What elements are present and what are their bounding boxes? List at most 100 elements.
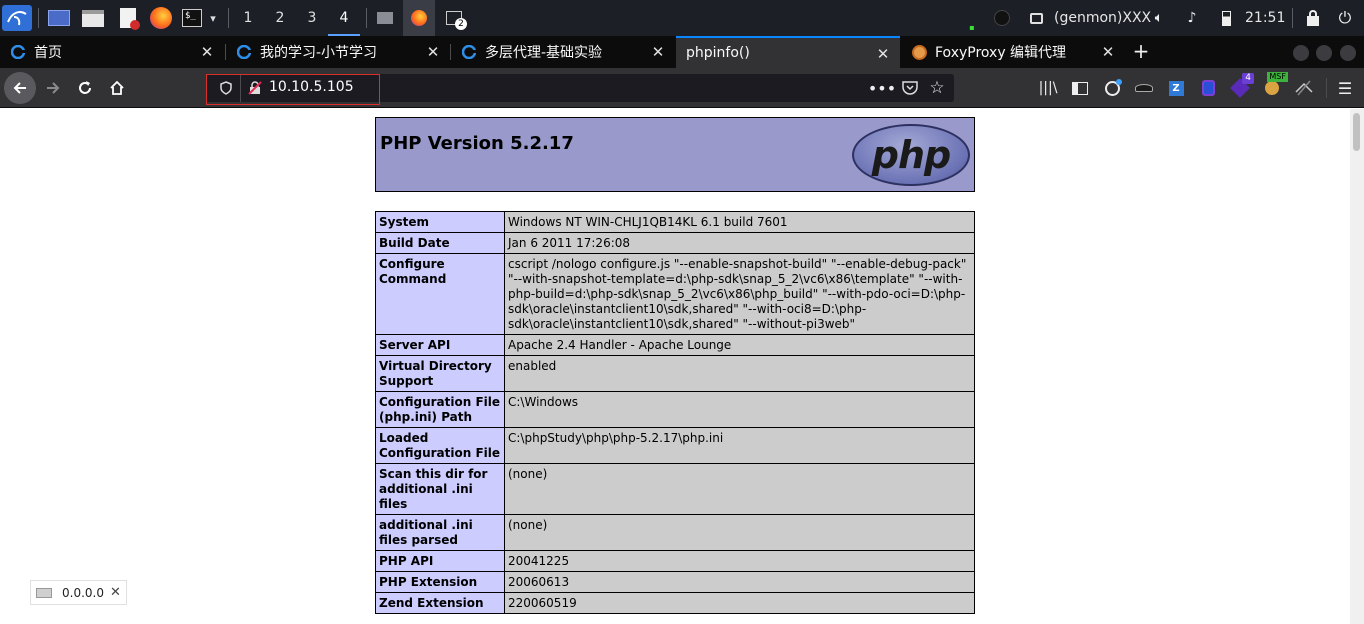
row-label: Configure Command xyxy=(375,253,505,335)
table-row: Loaded Configuration File C:\phpStudy\php… xyxy=(375,427,975,464)
file-manager-icon[interactable] xyxy=(80,5,106,31)
wappalyzer-extension-icon[interactable]: 4 xyxy=(1230,73,1254,98)
genmon-label[interactable]: (genmon)XXX xyxy=(1054,0,1151,36)
table-row: Scan this dir for additional .ini files(… xyxy=(375,463,975,515)
hackbar-extension-icon[interactable] xyxy=(1198,78,1218,98)
reload-button[interactable] xyxy=(69,72,101,104)
edu-icon xyxy=(461,44,477,60)
close-icon[interactable]: ✕ xyxy=(424,43,442,61)
tab-home[interactable]: 首页 ✕ xyxy=(0,36,224,68)
clock[interactable]: 21:51 xyxy=(1245,0,1285,36)
window-icon[interactable] xyxy=(374,5,396,31)
sidebar-icon[interactable] xyxy=(1070,78,1090,98)
zotero-extension-icon[interactable]: Z xyxy=(1166,78,1186,98)
pocket-icon[interactable] xyxy=(901,79,919,97)
page-scrollbar[interactable] xyxy=(1350,109,1364,624)
scrollbar-thumb[interactable] xyxy=(1353,113,1360,151)
row-label: Configuration File (php.ini) Path xyxy=(375,391,505,428)
table-row: Build Date Jan 6 2011 17:26:08 xyxy=(375,232,975,254)
row-value: 20060613 xyxy=(504,571,975,593)
minimize-button[interactable] xyxy=(1293,45,1309,61)
close-window-button[interactable] xyxy=(1340,45,1356,61)
tab-title: phpinfo() xyxy=(686,45,750,61)
row-label: Loaded Configuration File xyxy=(375,427,505,464)
navigation-bar: 10.10.5.105 ••• ☆ |||\ Z 4 MSF ☰ xyxy=(0,68,1364,108)
hamburger-menu-icon[interactable]: ☰ xyxy=(1335,78,1355,98)
library-icon[interactable]: |||\ xyxy=(1038,78,1058,98)
msf-badge: MSF xyxy=(1267,72,1288,82)
volume-icon[interactable]: 🔈︎ xyxy=(1150,5,1168,31)
workspace-4[interactable]: 4 xyxy=(328,0,360,36)
mask-icon[interactable] xyxy=(992,5,1012,31)
show-desktop-icon[interactable] xyxy=(47,5,71,31)
workspace-1[interactable]: 1 xyxy=(232,0,264,36)
row-value: cscript /nologo configure.js "--enable-s… xyxy=(504,253,975,335)
edu-icon xyxy=(10,44,26,60)
forward-button[interactable] xyxy=(37,72,69,104)
back-button[interactable] xyxy=(4,72,36,104)
row-value: Windows NT WIN-CHLJ1QB14KL 6.1 build 760… xyxy=(504,211,975,233)
table-row: System Windows NT WIN-CHLJ1QB14KL 6.1 bui… xyxy=(375,211,975,233)
terminal-icon[interactable]: $_ xyxy=(180,5,204,31)
bookmark-star-icon[interactable]: ☆ xyxy=(928,77,946,99)
home-button[interactable] xyxy=(101,72,133,104)
close-icon[interactable]: ✕ xyxy=(110,585,121,600)
row-value: 20041225 xyxy=(504,550,975,572)
network-icon xyxy=(36,587,52,598)
text-editor-icon[interactable] xyxy=(116,5,140,31)
close-icon[interactable]: ✕ xyxy=(1099,43,1117,61)
tab-phpinfo[interactable]: phpinfo() ✕ xyxy=(676,36,900,68)
connection-address: 0.0.0.0 xyxy=(62,585,104,600)
terminal-task-icon[interactable]: 2 xyxy=(442,5,467,31)
url-highlight-box xyxy=(206,74,380,105)
row-label: PHP API xyxy=(375,550,505,572)
notification-bell-icon[interactable]: ♪ xyxy=(1183,5,1201,31)
row-value: (none) xyxy=(504,514,975,551)
battery-icon[interactable] xyxy=(1219,5,1233,31)
power-icon[interactable]: ⏻ xyxy=(1336,5,1354,31)
genmon-icon xyxy=(1028,5,1044,31)
table-row: Configuration File (php.ini) Path C:\Wind… xyxy=(375,391,975,428)
row-label: System xyxy=(375,211,505,233)
row-value: Apache 2.4 Handler - Apache Lounge xyxy=(504,334,975,356)
chevron-down-icon[interactable]: ▾ xyxy=(206,5,220,31)
row-value: C:\phpStudy\php\php-5.2.17\php.ini xyxy=(504,427,975,464)
kali-menu-icon[interactable] xyxy=(2,5,32,31)
workspace-3[interactable]: 3 xyxy=(296,0,328,36)
close-icon[interactable]: ✕ xyxy=(198,43,216,61)
row-value: 220060519 xyxy=(504,592,975,614)
row-label: additional .ini files parsed xyxy=(375,514,505,551)
row-value: enabled xyxy=(504,355,975,392)
close-icon[interactable]: ✕ xyxy=(874,45,892,63)
maximize-button[interactable] xyxy=(1316,45,1332,61)
php-logo: php xyxy=(852,124,970,186)
new-tab-button[interactable]: + xyxy=(1130,39,1152,63)
hat-extension-icon[interactable] xyxy=(1134,78,1154,98)
workspace-2[interactable]: 2 xyxy=(264,0,296,36)
firefox-launcher-icon[interactable] xyxy=(148,5,174,31)
firefox-task-icon[interactable] xyxy=(403,0,435,36)
php-logo-text: php xyxy=(871,133,951,177)
browser-tab-strip: 首页 ✕ 我的学习-小节学习 ✕ 多层代理-基础实验 ✕ phpinfo() ✕… xyxy=(0,36,1364,68)
msf-extension-icon[interactable]: MSF xyxy=(1262,72,1288,98)
account-icon[interactable] xyxy=(1102,78,1122,98)
tab-title: 多层代理-基础实验 xyxy=(485,45,603,61)
tab-multilayer-proxy[interactable]: 多层代理-基础实验 ✕ xyxy=(451,36,675,68)
os-top-panel: $_ ▾ 1 2 3 4 2 ▪ (genmon)XXX 🔈︎ ♪ 21:51 … xyxy=(0,0,1364,36)
table-row: Configure Command cscript /nologo configu… xyxy=(375,253,975,335)
tab-my-learning[interactable]: 我的学习-小节学习 ✕ xyxy=(226,36,450,68)
proxy-extension-icon[interactable] xyxy=(1294,78,1314,98)
extension-badge: 4 xyxy=(1242,73,1254,84)
row-label: Server API xyxy=(375,334,505,356)
lock-screen-icon[interactable] xyxy=(1304,5,1322,31)
table-row: Server API Apache 2.4 Handler - Apache Lo… xyxy=(375,334,975,356)
tab-foxyproxy[interactable]: FoxyProxy 编辑代理 ✕ xyxy=(901,36,1125,68)
php-version-header: PHP Version 5.2.17 php xyxy=(375,117,975,192)
table-row: Zend Extension 220060519 xyxy=(375,592,975,614)
php-info-table: System Windows NT WIN-CHLJ1QB14KL 6.1 bui… xyxy=(375,211,975,614)
tab-title: 我的学习-小节学习 xyxy=(260,45,378,61)
row-value: C:\Windows xyxy=(504,391,975,428)
row-value: Jan 6 2011 17:26:08 xyxy=(504,232,975,254)
close-icon[interactable]: ✕ xyxy=(649,43,667,61)
page-actions-icon[interactable]: ••• xyxy=(868,77,896,99)
